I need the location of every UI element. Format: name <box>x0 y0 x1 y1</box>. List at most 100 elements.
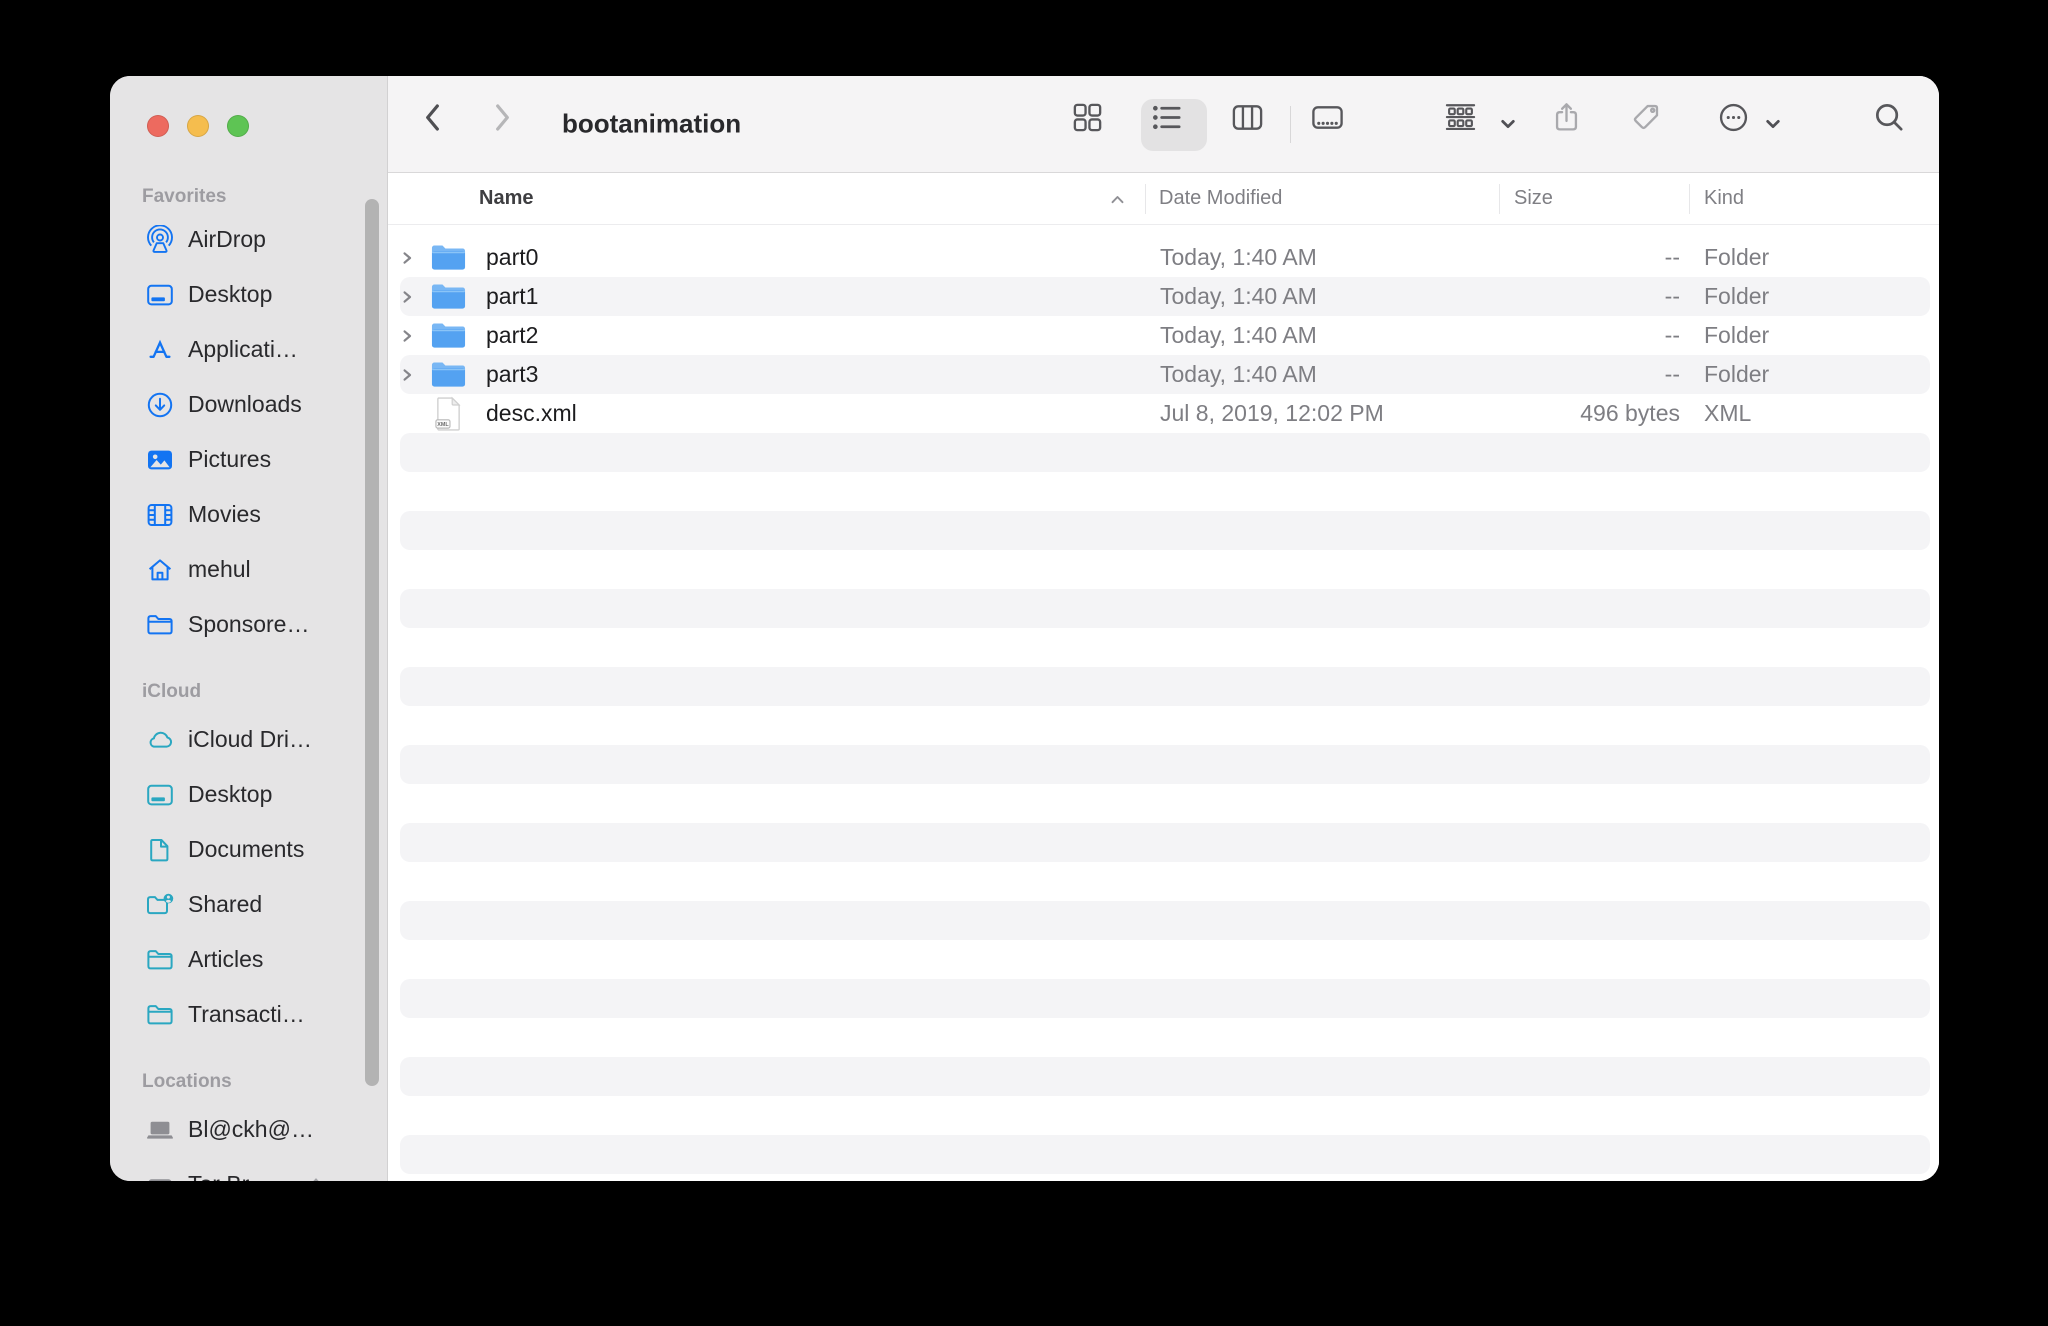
empty-row <box>388 784 1939 823</box>
file-kind: Folder <box>1704 283 1770 309</box>
file-row-part1[interactable]: part1 Today, 1:40 AM -- Folder <box>388 277 1939 316</box>
close-button[interactable] <box>147 115 169 137</box>
sidebar-sections: Favorites AirDrop Desktop Applicati… Downloa… <box>110 185 387 1181</box>
file-size: -- <box>1664 322 1680 348</box>
sidebar-item-icloud-dri[interactable]: iCloud Dri… <box>110 712 387 767</box>
sidebar-scrollbar[interactable] <box>365 199 379 1086</box>
zoom-button[interactable] <box>227 115 249 137</box>
file-name: part2 <box>486 322 539 348</box>
group-button[interactable] <box>1443 100 1491 148</box>
tag-button[interactable] <box>1628 100 1676 148</box>
folder-icon <box>430 281 467 312</box>
sidebar-item-label: Sponsore… <box>188 611 310 637</box>
main-area: bootanimation Name Date Modified Size Ki… <box>388 76 1939 1181</box>
forward-button[interactable] <box>491 100 539 148</box>
folder-outline-icon <box>144 944 176 976</box>
empty-row <box>388 1018 1939 1057</box>
sidebar-item-sponsore[interactable]: Sponsore… <box>110 597 387 652</box>
sidebar-item-tor-br[interactable]: Tor Br <box>110 1157 387 1181</box>
column-divider[interactable] <box>1145 184 1146 214</box>
sidebar-section-title: iCloud <box>142 681 202 702</box>
sidebar-item-pictures[interactable]: Pictures <box>110 432 387 487</box>
group-chevron-down-icon[interactable] <box>1500 116 1517 133</box>
sidebar-item-label: AirDrop <box>188 226 266 252</box>
sidebar-item-label: Articles <box>188 946 264 972</box>
screen: Favorites AirDrop Desktop Applicati… Downloa… <box>0 0 2048 1326</box>
disclosure-chevron-icon[interactable] <box>400 290 414 304</box>
empty-row <box>388 472 1939 511</box>
share-button[interactable] <box>1549 100 1597 148</box>
sidebar-item-bl-ckh[interactable]: Bl@ckh@… <box>110 1102 387 1157</box>
column-header-date-modified[interactable]: Date Modified <box>1159 173 1282 224</box>
sidebar-item-documents[interactable]: Documents <box>110 822 387 877</box>
file-date-modified: Today, 1:40 AM <box>1160 283 1317 309</box>
disclosure-chevron-icon[interactable] <box>400 368 414 382</box>
sidebar-item-articles[interactable]: Articles <box>110 932 387 987</box>
sidebar-item-label: Movies <box>188 501 261 527</box>
airdrop-icon <box>144 224 176 256</box>
sidebar-section-items: AirDrop Desktop Applicati… Downloads Picture… <box>110 212 387 652</box>
file-size: -- <box>1664 244 1680 270</box>
column-header-name[interactable]: Name <box>479 173 533 224</box>
disclosure-chevron-icon[interactable] <box>400 251 414 265</box>
movies-icon <box>144 499 176 531</box>
empty-row <box>388 979 1939 1018</box>
row-stripe <box>400 1057 1930 1096</box>
empty-row <box>388 667 1939 706</box>
file-row-part0[interactable]: part0 Today, 1:40 AM -- Folder <box>388 238 1939 277</box>
finder-window: Favorites AirDrop Desktop Applicati… Downloa… <box>110 76 1939 1181</box>
row-stripe <box>400 589 1930 628</box>
empty-row <box>388 1096 1939 1135</box>
column-divider[interactable] <box>1689 184 1690 214</box>
search-button[interactable] <box>1872 100 1920 148</box>
window-title: bootanimation <box>562 108 742 139</box>
pictures-icon <box>144 444 176 476</box>
back-button[interactable] <box>421 100 469 148</box>
file-row-desc-xml[interactable]: XML desc.xml Jul 8, 2019, 12:02 PM 496 byte… <box>388 394 1939 433</box>
sidebar-item-transacti[interactable]: Transacti… <box>110 987 387 1042</box>
empty-row <box>388 901 1939 940</box>
sidebar-item-label: Desktop <box>188 781 273 807</box>
folder-outline-icon <box>144 609 176 641</box>
sidebar-item-applicati[interactable]: Applicati… <box>110 322 387 377</box>
sidebar-item-mehul[interactable]: mehul <box>110 542 387 597</box>
empty-row <box>388 823 1939 862</box>
sidebar-item-shared[interactable]: Shared <box>110 877 387 932</box>
toolbar: bootanimation <box>388 76 1939 173</box>
sidebar-item-movies[interactable]: Movies <box>110 487 387 542</box>
file-name: part0 <box>486 244 539 270</box>
sidebar-item-airdrop[interactable]: AirDrop <box>110 212 387 267</box>
more-button[interactable] <box>1716 100 1764 148</box>
sidebar-item-desktop[interactable]: Desktop <box>110 267 387 322</box>
svg-text:XML: XML <box>437 422 449 428</box>
sidebar-section-items: Bl@ckh@… Tor Br <box>110 1102 387 1181</box>
gallery-view-button[interactable] <box>1310 100 1358 148</box>
column-header-size[interactable]: Size <box>1514 173 1553 224</box>
sidebar-item-downloads[interactable]: Downloads <box>110 377 387 432</box>
column-header-kind[interactable]: Kind <box>1704 173 1744 224</box>
icon-view-button[interactable] <box>1070 100 1118 148</box>
file-row-part2[interactable]: part2 Today, 1:40 AM -- Folder <box>388 316 1939 355</box>
empty-row <box>388 706 1939 745</box>
desktop-icon <box>144 279 176 311</box>
column-view-button[interactable] <box>1230 100 1278 148</box>
list-view-button[interactable] <box>1150 100 1198 148</box>
column-divider[interactable] <box>1499 184 1500 214</box>
file-name: part1 <box>486 283 539 309</box>
empty-row <box>388 1057 1939 1096</box>
column-header-row: Name Date Modified Size Kind <box>388 173 1939 225</box>
empty-row <box>388 628 1939 667</box>
sidebar-item-label: Bl@ckh@… <box>188 1116 314 1142</box>
disclosure-chevron-icon[interactable] <box>400 329 414 343</box>
row-stripe <box>400 667 1930 706</box>
file-size: -- <box>1664 283 1680 309</box>
more-chevron-down-icon[interactable] <box>1765 116 1782 133</box>
traffic-lights <box>147 115 249 137</box>
sidebar-item-desktop[interactable]: Desktop <box>110 767 387 822</box>
xml-doc-icon: XML <box>434 396 463 432</box>
file-name: part3 <box>486 361 539 387</box>
file-row-part3[interactable]: part3 Today, 1:40 AM -- Folder <box>388 355 1939 394</box>
eject-icon[interactable] <box>305 1174 327 1181</box>
minimize-button[interactable] <box>187 115 209 137</box>
sidebar: Favorites AirDrop Desktop Applicati… Downloa… <box>110 76 388 1181</box>
